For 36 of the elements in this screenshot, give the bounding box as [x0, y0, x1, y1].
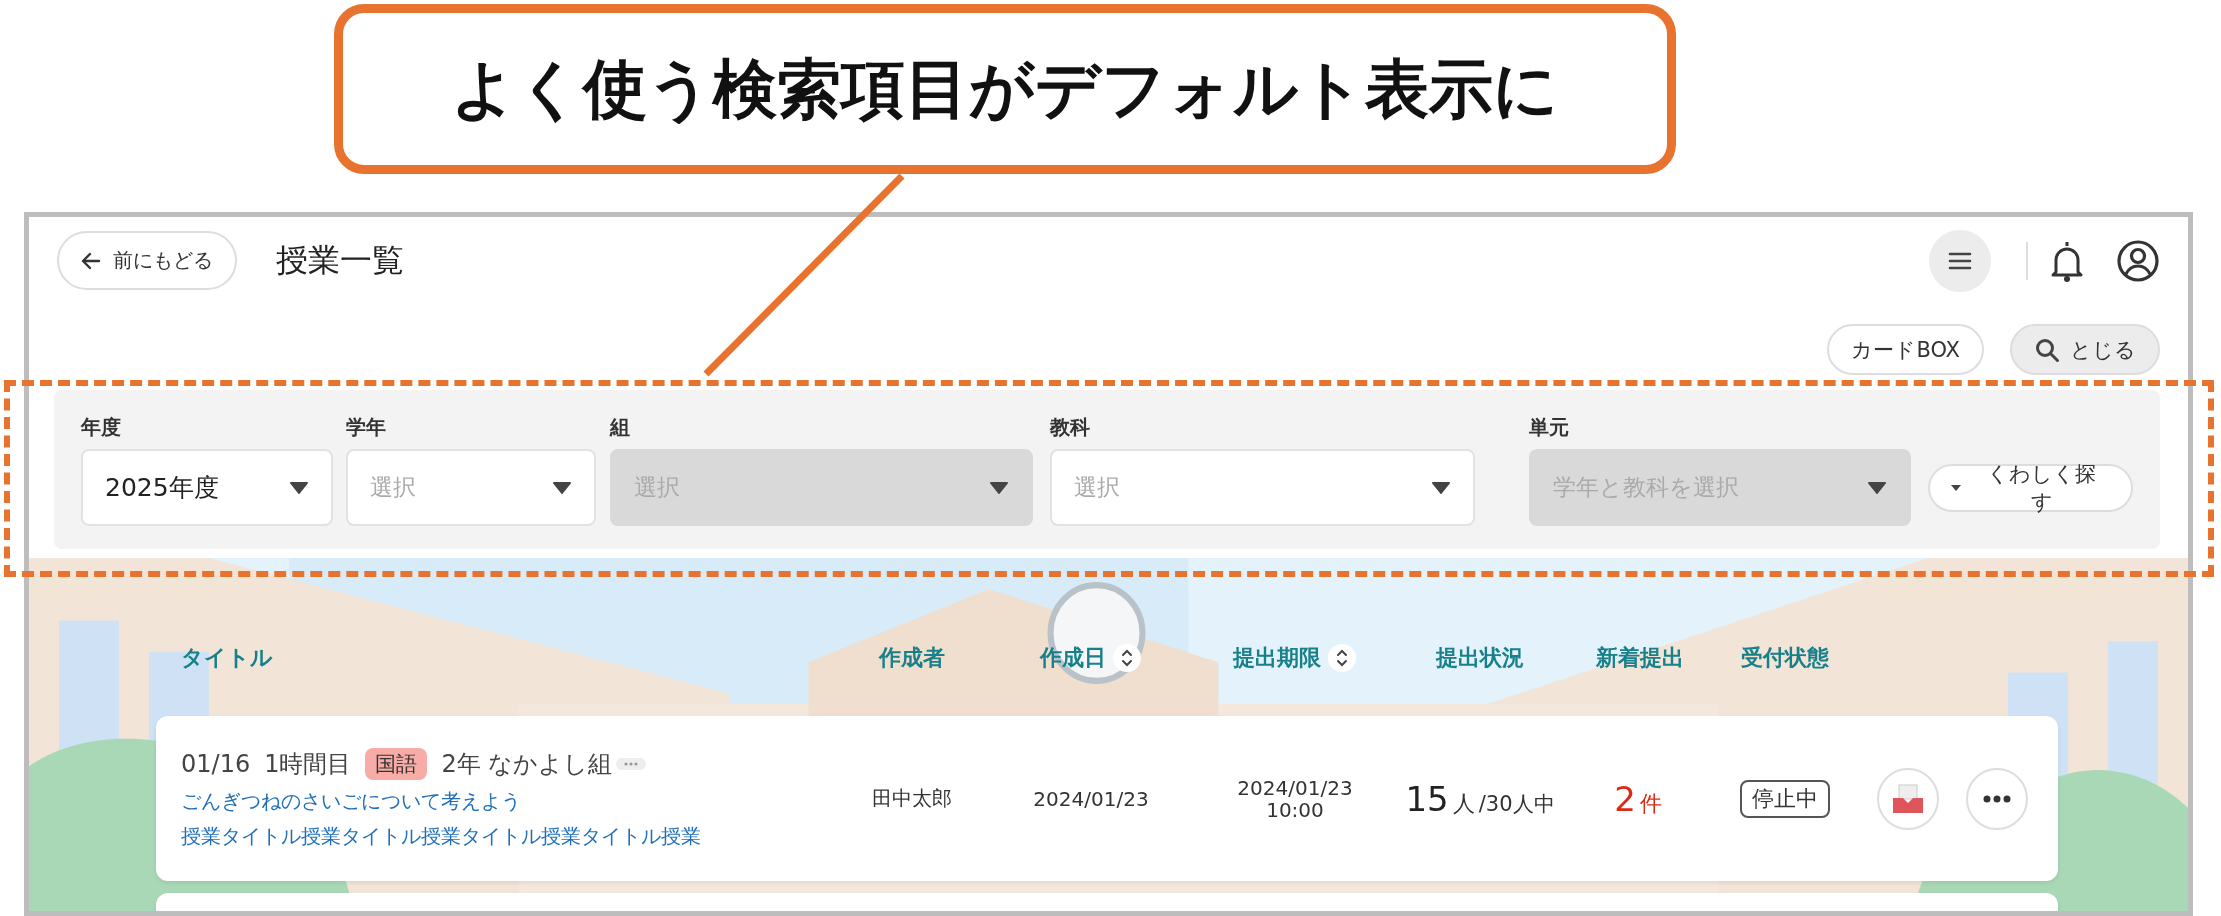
submitted-count: 15 [1405, 778, 1449, 819]
filter-label: 組 [609, 414, 631, 441]
created-date: 2024/01/23 [1033, 786, 1149, 811]
callout-text: よく使う検索項目がデフォルト表示に [451, 50, 1559, 128]
class-name: 2年 なかよし組 [441, 748, 613, 780]
subject-tag: 国語 [365, 747, 428, 780]
back-button[interactable]: 前にもどる [57, 231, 237, 290]
lesson-date: 01/16 [181, 749, 251, 778]
column-header: 作成日 [1040, 644, 1106, 672]
new-count: 2 [1614, 778, 1636, 819]
column-header: 新着提出 [1596, 644, 1684, 672]
status-badge: 停止中 [1740, 779, 1830, 818]
column-header: タイトル [181, 644, 273, 672]
filter-label: 教科 [1049, 414, 1091, 441]
select-field[interactable]: 2025年度 [81, 449, 333, 526]
filter-label: 単元 [1529, 414, 1571, 441]
column-header: 作成者 [879, 644, 945, 672]
lesson-card[interactable]: 01/16 1時間目 国語 2年 なかよし組 ごんぎつねのさいごについて考えよう 授業タイトル授業タイトル授業タイトル授業タイトル授業 田中太郎 2024/01/23 2024/01/23 10:00 15 人 /30人中 2 件 停止中 [156, 716, 2058, 881]
column-header: 提出期限 [1233, 644, 1321, 672]
deadline-time: 10:00 [1266, 798, 1324, 821]
lesson-link[interactable]: ごんぎつねのさいごについて考えよう [181, 787, 842, 815]
lesson-title-link[interactable]: 授業タイトル授業タイトル授業タイトル授業タイトル授業 [181, 822, 842, 850]
detail-search-button[interactable]: くわしく探す [1928, 464, 2133, 512]
filter-label: 年度 [81, 414, 122, 441]
count-unit: 人 [1452, 789, 1475, 818]
card-box-button[interactable]: カードBOX [1827, 324, 1984, 375]
page-title: 授業一覧 [276, 239, 404, 281]
column-header: 提出状況 [1436, 644, 1524, 672]
author-cell: 田中太郎 [872, 785, 952, 812]
lesson-period: 1時間目 [264, 748, 352, 780]
count-unit: 件 [1639, 789, 1662, 818]
deadline-date: 2024/01/23 [1237, 776, 1353, 799]
filter-label: 学年 [345, 414, 387, 441]
close-search-button[interactable]: とじる [2010, 324, 2160, 375]
total-count: /30人中 [1478, 790, 1555, 818]
column-header: 受付状態 [1741, 644, 1829, 672]
